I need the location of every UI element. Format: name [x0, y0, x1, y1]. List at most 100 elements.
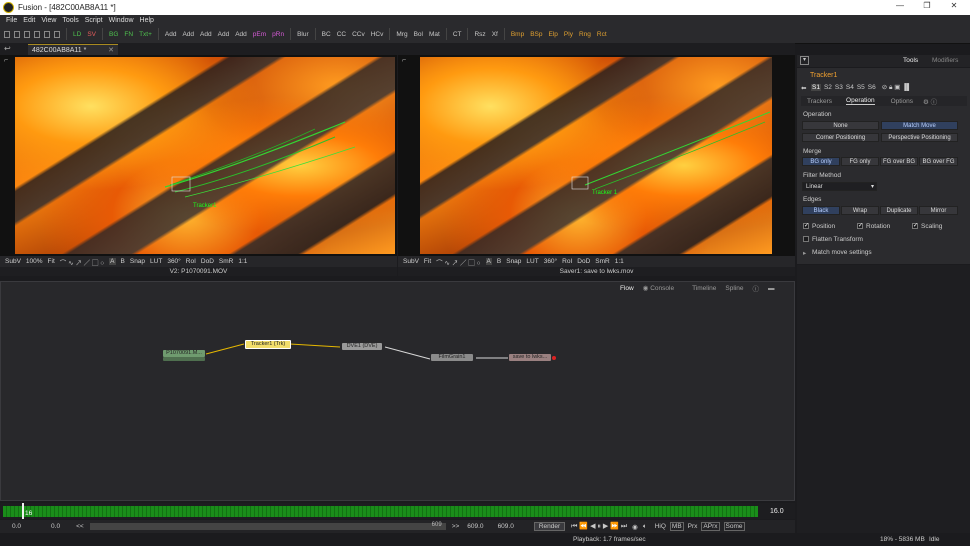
minimize-button[interactable]: — — [890, 1, 910, 13]
tool-button-elp[interactable]: Elp — [549, 31, 558, 38]
loop-icon[interactable]: ◉ — [632, 523, 638, 531]
playback-controls-icon[interactable]: ⏮ ⏪ ◀ ⏸ ▶ ⏩ ⏭ — [571, 522, 627, 531]
left-viewer-image[interactable]: Tracker1 — [15, 57, 395, 254]
channel-a-button[interactable]: A — [485, 258, 492, 265]
tool-options-icons[interactable]: ⊘ 🔒︎ ▣ ▐▌ — [882, 83, 912, 92]
tool-button-txt[interactable]: Txt+ — [139, 31, 152, 38]
subtab-options[interactable]: Options — [891, 98, 913, 105]
jump-forward-button[interactable]: >> — [452, 523, 460, 530]
360-button[interactable]: 360° — [544, 258, 557, 265]
tool-button-bol[interactable]: Bol — [414, 31, 423, 38]
roi-button[interactable]: RoI — [562, 258, 572, 265]
tool-button-add[interactable]: Add — [235, 31, 247, 38]
snap-button[interactable]: Snap — [130, 258, 145, 265]
edges-black[interactable]: Black — [802, 206, 840, 215]
node-filmgrain[interactable]: FilmGrain1 — [431, 354, 473, 361]
operation-corner-positioning[interactable]: Corner Positioning — [802, 133, 879, 142]
tool-button-add[interactable]: Add — [182, 31, 194, 38]
node-dve[interactable]: DVE1 (DVE) — [342, 343, 382, 350]
close-button[interactable]: ✕ — [944, 1, 964, 13]
menu-edit[interactable]: Edit — [23, 17, 35, 24]
document-tab[interactable]: 482C00AB8A11 * ✕ — [28, 44, 118, 55]
menu-view[interactable]: View — [41, 17, 56, 24]
slot-s3[interactable]: S3 — [835, 84, 843, 91]
channel-b-button[interactable]: B — [121, 258, 125, 265]
tool-button-mrg[interactable]: Mrg — [396, 31, 407, 38]
layout-split-icon[interactable] — [14, 30, 20, 38]
menu-help[interactable]: Help — [140, 17, 154, 24]
channel-b-button[interactable]: B — [497, 258, 501, 265]
360-button[interactable]: 360° — [167, 258, 180, 265]
slot-s5[interactable]: S5 — [857, 84, 865, 91]
tool-button-prn[interactable]: pRn — [272, 31, 284, 38]
scaling-checkbox[interactable]: ✓ — [912, 223, 918, 229]
aprx-toggle[interactable]: APrx — [701, 522, 720, 531]
render-end-field[interactable]: 609.0 — [467, 523, 483, 530]
tool-button-ld[interactable]: LD — [73, 31, 81, 38]
mb-toggle[interactable]: MB — [669, 522, 684, 531]
layout-grid-icon[interactable] — [34, 30, 40, 38]
slot-s2[interactable]: S2 — [824, 84, 832, 91]
version-icon[interactable]: ⬅ — [801, 84, 806, 92]
tool-button-add[interactable]: Add — [200, 31, 212, 38]
merge-bg-over-fg[interactable]: BG over FG — [919, 157, 958, 166]
dod-button[interactable]: DoD — [201, 258, 214, 265]
one-to-one-button[interactable]: 1:1 — [238, 258, 247, 265]
merge-bg-only[interactable]: BG only — [802, 157, 840, 166]
tool-button-ccv[interactable]: CCv — [352, 31, 365, 38]
snap-button[interactable]: Snap — [506, 258, 521, 265]
current-time-field[interactable]: 0.0 — [12, 523, 21, 530]
subtab-operation[interactable]: Operation — [846, 97, 875, 105]
merge-fg-over-bg[interactable]: FG over BG — [880, 157, 918, 166]
tool-button-rsz[interactable]: Rsz — [474, 31, 485, 38]
channel-a-button[interactable]: A — [109, 258, 116, 265]
audio-icon[interactable]: 🔈︎ — [643, 523, 647, 531]
operation-none[interactable]: None — [802, 121, 879, 130]
render-button[interactable]: Render — [533, 522, 566, 531]
match-move-settings-label[interactable]: Match move settings — [812, 249, 872, 256]
one-to-one-button[interactable]: 1:1 — [615, 258, 624, 265]
tool-button-rct[interactable]: Rct — [597, 31, 607, 38]
filter-method-select[interactable]: Linear ▾ — [802, 182, 877, 191]
subview-button[interactable]: SubV — [5, 258, 21, 265]
tabs-nav-icon[interactable]: ↩ — [4, 44, 11, 53]
layout-icon[interactable] — [4, 30, 10, 38]
node-tracker[interactable]: Tracker1 (Trk) — [245, 340, 291, 349]
right-viewer-image[interactable]: Tracker 1 — [420, 57, 772, 254]
merge-fg-only[interactable]: FG only — [841, 157, 879, 166]
settings-gear-icon[interactable]: ⚙ ⓘ — [923, 96, 937, 106]
subtab-trackers[interactable]: Trackers — [807, 98, 832, 105]
zoom-select[interactable]: 100% — [26, 258, 43, 265]
render-icon[interactable] — [54, 30, 60, 38]
prx-toggle[interactable]: Prx — [688, 523, 698, 530]
dod-button[interactable]: DoD — [577, 258, 590, 265]
menu-tools[interactable]: Tools — [62, 17, 78, 24]
tool-button-sv[interactable]: SV — [87, 31, 96, 38]
timeline-cache-bar[interactable] — [3, 506, 758, 517]
tool-button-pem[interactable]: pEm — [253, 31, 266, 38]
tool-button-add[interactable]: Add — [165, 31, 177, 38]
draw-tools-icon[interactable]: ⌒ ∿ ↗ ／ ▢ ○ — [436, 257, 480, 267]
print-icon[interactable] — [44, 30, 50, 38]
menu-window[interactable]: Window — [109, 17, 134, 24]
lut-button[interactable]: LUT — [526, 258, 538, 265]
tool-button-xf[interactable]: Xf — [492, 31, 498, 38]
smr-button[interactable]: SmR — [219, 258, 233, 265]
edges-duplicate[interactable]: Duplicate — [880, 206, 918, 215]
slot-s4[interactable]: S4 — [846, 84, 854, 91]
tool-button-bc[interactable]: BC — [322, 31, 331, 38]
edges-wrap[interactable]: Wrap — [841, 206, 879, 215]
tab-tools[interactable]: Tools — [903, 57, 918, 64]
menu-script[interactable]: Script — [85, 17, 103, 24]
tool-button-ct[interactable]: CT — [453, 31, 462, 38]
roi-button[interactable]: RoI — [186, 258, 196, 265]
subview-button[interactable]: SubV — [403, 258, 419, 265]
rotation-checkbox[interactable]: ✓ — [857, 223, 863, 229]
tool-button-rng[interactable]: Rng — [579, 31, 591, 38]
operation-match-move[interactable]: Match Move — [881, 121, 958, 130]
slot-s6[interactable]: S6 — [868, 84, 876, 91]
some-toggle[interactable]: Some — [723, 522, 745, 531]
tool-button-cc[interactable]: CC — [337, 31, 346, 38]
position-checkbox[interactable]: ✓ — [803, 223, 809, 229]
tool-button-add[interactable]: Add — [218, 31, 230, 38]
